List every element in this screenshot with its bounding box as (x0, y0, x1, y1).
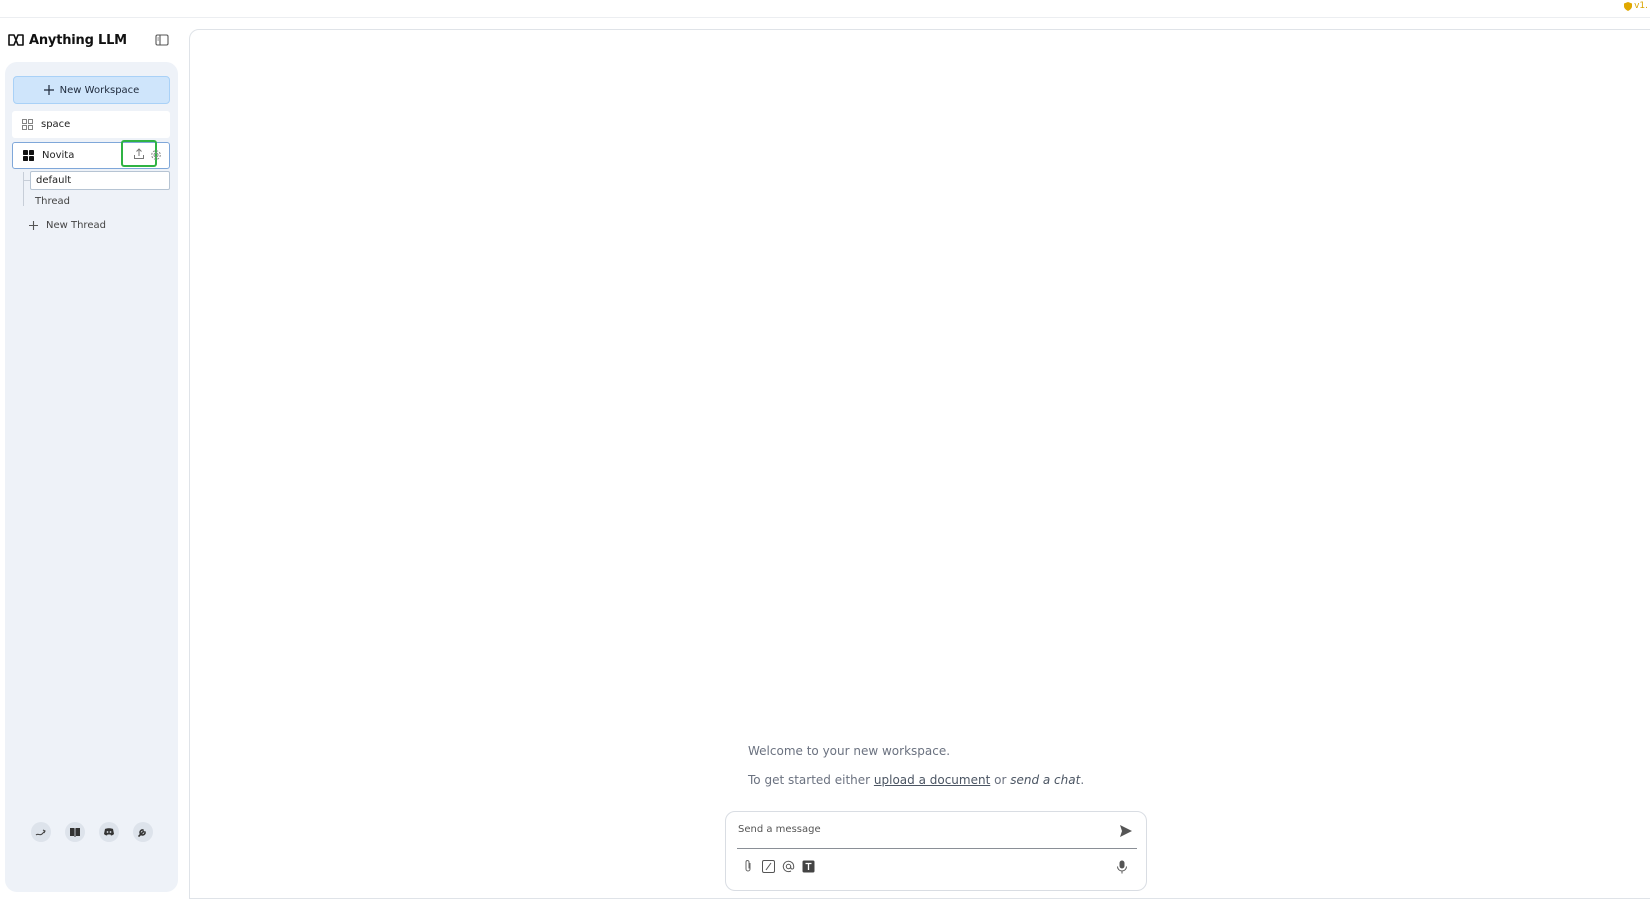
version-label: v1. (1634, 1, 1648, 11)
workspace-settings-button[interactable] (150, 149, 162, 164)
composer-tools (741, 859, 815, 873)
thread-tree-branch (23, 180, 30, 181)
new-thread-label: New Thread (46, 220, 106, 231)
get-started-message: To get started either upload a document … (748, 773, 1084, 787)
text-format-button[interactable] (801, 859, 815, 873)
settings-wrench-icon (137, 829, 146, 837)
workspace-item-novita[interactable]: Novita (12, 140, 170, 169)
upload-icon (134, 147, 144, 159)
send-button[interactable] (1119, 823, 1133, 842)
app-title: Anything LLM (29, 32, 127, 48)
message-input[interactable] (738, 820, 1108, 838)
version-badge: v1. (1624, 1, 1648, 11)
new-thread-button[interactable]: New Thread (29, 220, 106, 231)
get-started-prefix: To get started either (748, 773, 874, 787)
welcome-message: Welcome to your new workspace. (748, 744, 951, 758)
thread-item-default[interactable]: default (30, 171, 170, 190)
attach-icon (745, 860, 751, 872)
or-text: or (990, 773, 1011, 787)
slash-command-icon (761, 859, 775, 873)
chat-main-panel (189, 29, 1650, 899)
plus-icon (43, 85, 54, 95)
new-workspace-button[interactable]: New Workspace (13, 76, 170, 104)
toggle-sidebar-button[interactable] (155, 32, 169, 46)
slash-command-button[interactable] (761, 859, 775, 873)
settings-button[interactable] (132, 822, 153, 842)
gear-icon (151, 150, 161, 160)
app-brand: Anything LLM (8, 29, 127, 51)
send-chat-text: send a chat (1010, 773, 1081, 787)
community-icon (35, 829, 46, 836)
attach-button[interactable] (741, 859, 755, 873)
mention-button[interactable] (781, 859, 795, 873)
shield-icon (1624, 1, 1633, 11)
period-text: . (1080, 773, 1085, 787)
microphone-button[interactable] (1116, 859, 1128, 878)
grid-icon (22, 119, 33, 130)
thread-item-thread[interactable]: Thread (35, 196, 70, 207)
top-bar: v1. (0, 0, 1650, 18)
message-composer (725, 811, 1147, 891)
sidebar-footer (5, 822, 178, 842)
community-button[interactable] (30, 822, 51, 842)
discord-button[interactable] (98, 822, 119, 842)
plus-icon (29, 221, 38, 230)
new-workspace-label: New Workspace (59, 84, 140, 96)
microphone-icon (1117, 860, 1127, 874)
workspace-item-space[interactable]: space (12, 111, 170, 138)
sidebar: New Workspace space Novita default Threa… (5, 62, 178, 892)
send-icon (1120, 825, 1132, 837)
grid-filled-icon (23, 150, 34, 161)
docs-button[interactable] (64, 822, 85, 842)
docs-book-icon (69, 828, 80, 837)
workspace-label: space (41, 119, 71, 130)
sidebar-panel-icon (155, 34, 169, 46)
thread-tree-line (23, 172, 25, 206)
upload-document-link[interactable]: upload a document (874, 773, 990, 787)
discord-icon (103, 828, 114, 836)
workspace-label: Novita (42, 150, 75, 161)
mention-icon (782, 860, 794, 872)
text-format-icon (802, 860, 814, 872)
logo-icon (8, 34, 24, 46)
composer-divider (737, 848, 1137, 849)
